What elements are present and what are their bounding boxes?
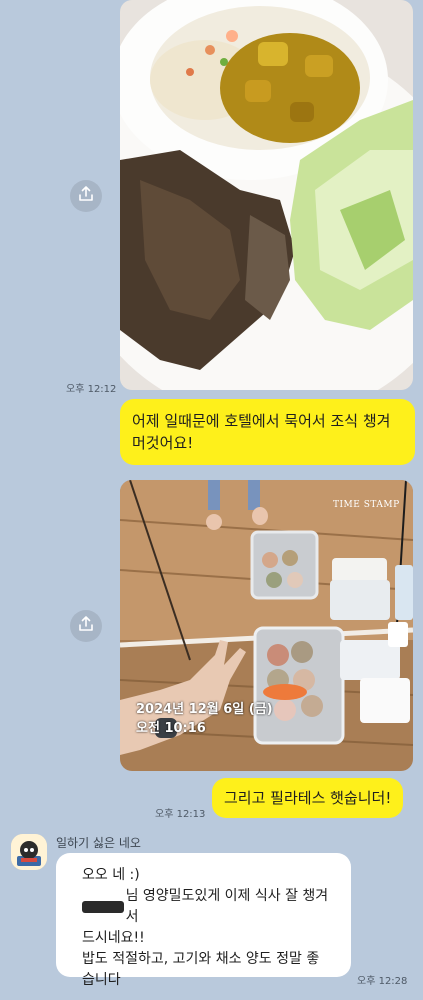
- message-time: 오후 12:12: [66, 384, 117, 395]
- bubble-tail: [395, 448, 407, 458]
- avatar[interactable]: [11, 834, 47, 870]
- timestamp-label: TIME STAMP: [333, 500, 400, 510]
- my-message-bubble[interactable]: 그리고 필라테스 햇숩니더!: [212, 778, 404, 818]
- share-button[interactable]: [70, 610, 102, 642]
- incoming-line: 밥도 적절하고, 고기와 채소 양도 정말 좋: [82, 951, 320, 967]
- message-text: 어제 일때문에 호텔에서 묵어서 조식 챙겨 머것어요!: [132, 412, 391, 452]
- food-photo[interactable]: [120, 0, 413, 390]
- share-icon: [78, 616, 94, 636]
- message-time: 오후 12:13: [155, 809, 206, 820]
- share-button[interactable]: [70, 180, 102, 212]
- incoming-line: 습니다: [82, 972, 121, 988]
- incoming-message-bubble[interactable]: 오오 네 :) 님 영양밀도있게 이제 식사 잘 챙겨서 드시네요!! 밥도 적…: [56, 853, 351, 988]
- message-time: 오후 12:28: [357, 976, 408, 987]
- neo-avatar-icon: [11, 834, 47, 870]
- incoming-line: 드시네요!!: [82, 930, 145, 946]
- incoming-line: 오오 네 :): [82, 867, 140, 883]
- incoming-line-row: 님 영양밀도있게 이제 식사 잘 챙겨서: [68, 886, 339, 928]
- share-icon: [78, 186, 94, 206]
- sender-name: 일하기 싫은 네오: [56, 836, 141, 850]
- pilates-photo[interactable]: TIME STAMP 2024년 12월 6일 (금) 오전 10:16: [120, 480, 413, 771]
- redacted-name-mark: [82, 901, 124, 913]
- my-message-bubble[interactable]: 어제 일때문에 호텔에서 묵어서 조식 챙겨 머것어요!: [120, 399, 415, 465]
- message-text: 그리고 필라테스 햇숩니더!: [224, 789, 392, 807]
- timestamp-date: 2024년 12월 6일 (금): [136, 702, 273, 717]
- incoming-line: 님 영양밀도있게 이제 식사 잘 챙겨서: [125, 888, 329, 925]
- timestamp-time: 오전 10:16: [136, 721, 206, 736]
- food-photo-image: [120, 0, 413, 390]
